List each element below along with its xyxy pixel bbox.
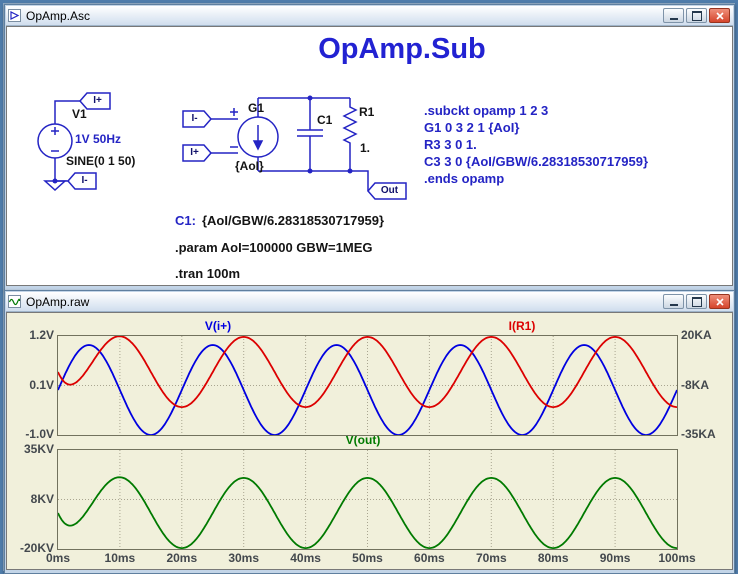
x-axis-tick-label[interactable]: 80ms xyxy=(538,551,569,565)
y-axis-tick-label[interactable]: -8KA xyxy=(681,378,731,392)
x-axis-tick-label[interactable]: 100ms xyxy=(658,551,695,565)
port-label-iminus[interactable]: I- xyxy=(73,173,96,189)
tran-directive[interactable]: .tran 100m xyxy=(175,266,240,281)
y-axis-tick-label[interactable]: 0.1V xyxy=(9,378,54,392)
junction-dot xyxy=(52,178,58,184)
netlist-line: G1 0 3 2 1 {AoI} xyxy=(424,120,520,135)
x-axis-tick-label[interactable]: 30ms xyxy=(228,551,259,565)
capacitor-c1[interactable] xyxy=(297,98,323,171)
schematic-file-icon xyxy=(8,9,21,22)
c1-directive-value: {AoI/GBW/6.28318530717959} xyxy=(201,213,385,228)
param-directive[interactable]: .param AoI=100000 GBW=1MEG xyxy=(175,240,373,255)
x-axis-tick-label[interactable]: 20ms xyxy=(166,551,197,565)
x-axis-tick-label[interactable]: 60ms xyxy=(414,551,445,565)
c1-name-label[interactable]: C1 xyxy=(317,113,332,127)
v1-sine-label[interactable]: SINE(0 1 50) xyxy=(66,154,135,168)
ltspice-workspace: OpAmp.Asc OpAmp.Sub I+ I- I- I+ Out V1 1… xyxy=(0,0,738,574)
trace-label-ir1[interactable]: I(R1) xyxy=(509,319,536,333)
port-label-out[interactable]: Out xyxy=(373,183,406,199)
arrow-down-icon xyxy=(252,125,264,151)
plus-icon xyxy=(230,108,238,116)
x-axis-tick-label[interactable]: 90ms xyxy=(600,551,631,565)
r1-value-label[interactable]: 1. xyxy=(360,141,370,155)
subckt-netlist-text[interactable]: .subckt opamp 1 2 3 G1 0 3 2 1 {AoI} R3 … xyxy=(424,102,648,187)
y-axis-tick-label[interactable]: -1.0V xyxy=(9,427,54,441)
port-label-iminus[interactable]: I- xyxy=(183,111,206,127)
junction-dot xyxy=(307,168,313,174)
schematic-window: OpAmp.Asc OpAmp.Sub I+ I- I- I+ Out V1 1… xyxy=(4,4,735,291)
netlist-line: C3 3 0 {AoI/GBW/6.28318530717959} xyxy=(424,154,649,169)
g1-value-label[interactable]: {AoI} xyxy=(235,159,264,173)
port-label-iplus[interactable]: I+ xyxy=(85,93,110,109)
junction-dot xyxy=(347,168,353,174)
y-axis-tick-label[interactable]: -35KA xyxy=(681,427,731,441)
trace-V(i+) xyxy=(58,344,677,435)
x-axis-tick-label[interactable]: 50ms xyxy=(352,551,383,565)
plot-pane-top[interactable] xyxy=(57,335,678,436)
x-axis-tick-label[interactable]: 70ms xyxy=(476,551,507,565)
plus-icon xyxy=(51,127,59,135)
maximize-icon[interactable] xyxy=(686,8,707,23)
waveform-file-icon xyxy=(8,295,21,308)
x-axis-tick-label[interactable]: 0ms xyxy=(46,551,70,565)
trace-label-vi+[interactable]: V(i+) xyxy=(205,319,231,333)
close-icon[interactable] xyxy=(709,8,730,23)
y-axis-right[interactable]: 20KA -8KA -35KA xyxy=(681,313,731,569)
r1-name-label[interactable]: R1 xyxy=(359,105,374,119)
minimize-icon[interactable] xyxy=(663,8,684,23)
window-title: OpAmp.raw xyxy=(26,294,90,309)
close-icon[interactable] xyxy=(709,294,730,309)
y-axis-tick-label[interactable]: 1.2V xyxy=(9,328,54,342)
minimize-icon[interactable] xyxy=(663,294,684,309)
y-axis-tick-label[interactable]: 20KA xyxy=(681,328,731,342)
c1-directive[interactable]: C1: {AoI/GBW/6.28318530717959} xyxy=(175,213,384,228)
resistor-r1[interactable] xyxy=(342,98,358,171)
waveform-titlebar[interactable]: OpAmp.raw xyxy=(6,292,733,312)
c1-directive-label: C1: xyxy=(175,213,196,228)
v1-value-label[interactable]: 1V 50Hz xyxy=(75,132,121,146)
netlist-line: .subckt opamp 1 2 3 xyxy=(424,103,549,118)
junction-dot xyxy=(307,95,313,101)
netlist-line: R3 3 0 1. xyxy=(424,137,477,152)
y-axis-tick-label[interactable]: 35KV xyxy=(9,442,54,456)
waveform-plot-area: V(i+) I(R1) V(out) 1.2V 0.1V -1.0V 35KV 8KV -… xyxy=(6,312,733,570)
x-axis-tick-label[interactable]: 10ms xyxy=(105,551,136,565)
maximize-icon[interactable] xyxy=(686,294,707,309)
y-axis-tick-label[interactable]: 8KV xyxy=(9,492,54,506)
waveform-window: OpAmp.raw V(i+) I(R1) V(out) 1.2V 0.1V -1.… xyxy=(4,290,735,574)
schematic-canvas[interactable]: OpAmp.Sub I+ I- I- I+ Out V1 1V 50Hz SIN… xyxy=(6,26,733,286)
y-axis-left[interactable]: 1.2V 0.1V -1.0V 35KV 8KV -20KV xyxy=(9,313,54,569)
plot-pane-bottom[interactable] xyxy=(57,449,678,550)
v1-name-label[interactable]: V1 xyxy=(72,107,87,121)
schematic-titlebar[interactable]: OpAmp.Asc xyxy=(6,6,733,26)
x-axis[interactable]: 0ms 10ms 20ms 30ms 40ms 50ms 60ms 70ms 80ms 90ms 1… xyxy=(7,551,732,567)
g1-name-label[interactable]: G1 xyxy=(248,101,264,115)
window-title: OpAmp.Asc xyxy=(26,8,91,23)
netlist-line: .ends opamp xyxy=(424,171,505,186)
schematic-heading[interactable]: OpAmp.Sub xyxy=(257,33,547,66)
port-label-iplus[interactable]: I+ xyxy=(183,145,206,161)
x-axis-tick-label[interactable]: 40ms xyxy=(290,551,321,565)
